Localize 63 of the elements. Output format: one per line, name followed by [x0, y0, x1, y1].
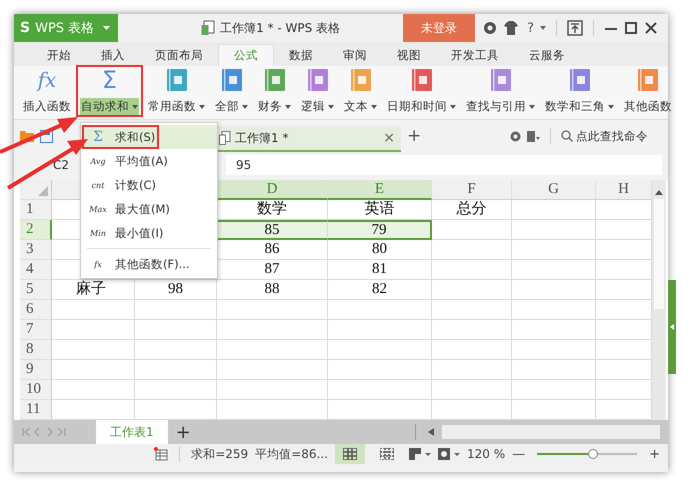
menu-item[interactable]: Σ 求和(S) — [81, 125, 217, 149]
ribbon-button[interactable]: 日期和时间 — [384, 67, 459, 115]
row-header[interactable]: 5 — [20, 280, 52, 300]
add-sheet-button[interactable]: + — [176, 422, 191, 442]
ribbon-button[interactable]: 数学和三角 — [542, 67, 617, 115]
ribbon-button[interactable]: 全部 — [212, 67, 251, 115]
ribbon-button[interactable]: 常用函数 — [145, 67, 208, 115]
table-cell: 总分 — [432, 200, 512, 220]
row-header[interactable]: 3 — [20, 240, 52, 260]
table-cell: 81 — [328, 260, 432, 280]
zoom-in-button[interactable]: + — [649, 446, 660, 462]
ribbon-button[interactable]: 逻辑 — [298, 67, 337, 115]
command-search-field[interactable]: 点此查找命令 — [561, 129, 660, 143]
row-header[interactable]: 2 — [20, 220, 52, 240]
table-cell: 80 — [328, 240, 432, 260]
menu-item[interactable]: Min 最小值(I) — [81, 221, 217, 245]
zoom-out-button[interactable]: — — [512, 446, 526, 462]
row-header[interactable]: 11 — [20, 400, 52, 420]
ribbon-button[interactable]: Σ 自动求和 — [78, 67, 141, 115]
column-header[interactable]: G — [512, 180, 596, 200]
row-header[interactable]: 1 — [20, 200, 52, 220]
ribbon-tab[interactable]: 视图 — [382, 44, 436, 66]
zoom-level[interactable]: 120 % — [466, 447, 506, 461]
table-cell: 98 — [135, 280, 217, 300]
menu-item[interactable]: Avg 平均值(A) — [81, 149, 217, 173]
ribbon-button[interactable]: 其他函数 — [621, 67, 675, 115]
ribbon-button[interactable]: 文本 — [341, 67, 380, 115]
table-cell: 麻子 — [52, 280, 135, 300]
help-button[interactable]: ? — [527, 20, 534, 36]
ribbon-tab[interactable]: 开始 — [32, 44, 86, 66]
menu-item[interactable]: Max 最大值(M) — [81, 197, 217, 221]
document-tab-title: 工作簿1 * — [235, 130, 288, 146]
column-header[interactable]: H — [596, 180, 652, 200]
row-header[interactable]: 7 — [20, 320, 52, 340]
ribbon-button[interactable]: 财务 — [255, 67, 294, 115]
window-title: 工作簿1 * - WPS 表格 — [220, 20, 340, 36]
ribbon-tab[interactable]: 公式 — [218, 44, 274, 66]
ribbon-tab[interactable]: 数据 — [274, 44, 328, 66]
row-header[interactable]: 8 — [20, 340, 52, 360]
ribbon-button[interactable]: fx 插入函数 — [20, 67, 74, 115]
average-readout: 平均值=86... — [255, 446, 328, 462]
column-header[interactable]: F — [432, 180, 512, 200]
close-tab-button[interactable]: × — [383, 130, 395, 146]
ribbon-button[interactable]: 查找与引用 — [463, 67, 538, 115]
ribbon-tab[interactable]: 插入 — [86, 44, 140, 66]
row-header[interactable]: 6 — [20, 300, 52, 320]
row-header[interactable]: 10 — [20, 380, 52, 400]
ribbon-tab[interactable]: 云服务 — [514, 44, 580, 66]
menu-item[interactable]: fx 其他函数(F)... — [81, 252, 217, 276]
sum-readout: 求和=259 — [191, 446, 248, 462]
table-cell: 82 — [328, 280, 432, 300]
ribbon-tab[interactable]: 开发工具 — [436, 44, 514, 66]
formula-field[interactable]: 95 — [226, 155, 662, 175]
ribbon-tab[interactable]: 审阅 — [328, 44, 382, 66]
row-header[interactable]: 9 — [20, 360, 52, 380]
ribbon-tab[interactable]: 页面布局 — [140, 44, 218, 66]
new-tab-button[interactable]: + — [407, 126, 422, 146]
table-cell: 79 — [328, 220, 432, 240]
row-header[interactable]: 4 — [20, 260, 52, 280]
table-cell: 88 — [217, 280, 328, 300]
sheet-tab[interactable]: 工作表1 — [96, 420, 168, 444]
table-cell: 85 — [217, 220, 328, 240]
menu-item[interactable]: cnt 计数(C) — [81, 173, 217, 197]
